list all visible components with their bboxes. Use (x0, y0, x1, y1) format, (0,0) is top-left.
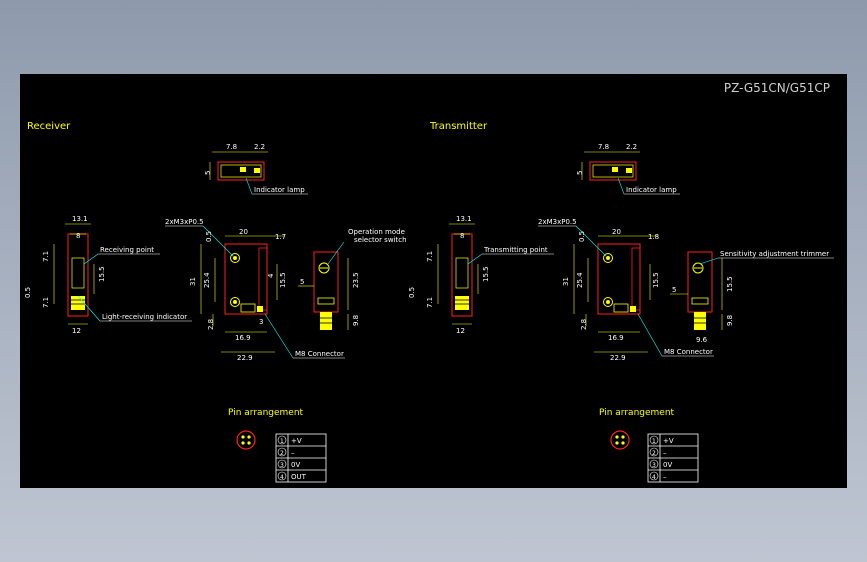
transmitter-side-callout-top: Transmitting point (483, 246, 548, 254)
receiver-heading: Receiver (27, 121, 71, 132)
receiver-side-callout-bottom: Light-receiving indicator (102, 313, 187, 321)
receiver-side-h-gap: 0.5 (24, 287, 32, 298)
receiver-right-h-bottom: 9.8 (352, 315, 360, 326)
transmitter-right-w-bottom: 9.6 (696, 336, 708, 344)
transmitter-right-h-right: 15.5 (726, 276, 734, 292)
transmitter-pin-label-4: – (663, 473, 667, 481)
transmitter-front-h-right: 15.5 (652, 272, 660, 288)
transmitter-pin-num-4: 4 (652, 474, 656, 481)
receiver-side-h-top: 7.1 (42, 251, 50, 262)
transmitter-pin-num-1: 1 (652, 438, 656, 445)
receiver-right-h-right: 23.5 (352, 272, 360, 288)
receiver-pin-heading: Pin arrangement (228, 408, 304, 418)
receiver-front-w-bottom: 22.9 (237, 354, 253, 362)
transmitter-top-dim-side: 5 (576, 171, 584, 175)
transmitter-side-w-bottom: 12 (456, 327, 465, 335)
receiver-front-w-top: 20 (239, 228, 248, 236)
receiver-front-h-left: 0.5 (205, 231, 213, 242)
receiver-pin-num-4: 4 (280, 474, 284, 481)
receiver-side-callout-top: Receiving point (100, 246, 154, 254)
transmitter-side-h-gap: 0.5 (408, 287, 416, 298)
receiver-top-dim-b: 2.2 (254, 143, 265, 151)
transmitter-right-dim-side: 5 (672, 286, 676, 294)
transmitter-front-gap: 1.8 (648, 233, 659, 241)
receiver-front-gap: 1.7 (275, 233, 286, 241)
receiver-front-h-right: 15.5 (279, 272, 287, 288)
receiver-pin-label-4: OUT (291, 473, 307, 481)
transmitter-pin-heading: Pin arrangement (599, 408, 675, 418)
receiver-top-dim-side: 5 (204, 171, 212, 175)
transmitter-heading: Transmitter (429, 121, 488, 132)
transmitter-front-h-bottom: 2.8 (580, 319, 588, 330)
receiver-front-h-bottom: 2.8 (207, 319, 215, 330)
receiver-side-w-bottom: 12 (72, 327, 81, 335)
receiver-side-h-low: 7.1 (42, 297, 50, 308)
receiver-front-callout: M8 Connector (295, 350, 344, 358)
transmitter-top-view: 7.8 2.2 5 Indicator lamp (576, 143, 680, 195)
transmitter-side-view: 13.1 8 7.1 0.5 7.1 12 15.5 Transmitting … (408, 215, 554, 335)
receiver-front-thread: 2xM3xP0.5 (165, 218, 204, 226)
transmitter-side-15-5: 15.5 (482, 266, 490, 282)
receiver-top-dim-a: 7.8 (226, 143, 237, 151)
transmitter-right-view: Sensitivity adjustment trimmer 5 15.5 9.… (670, 250, 834, 344)
transmitter-pin-num-2: 2 (652, 450, 656, 457)
transmitter-front-w-mid: 16.9 (608, 334, 624, 342)
receiver-front-h-total: 31 (189, 277, 197, 286)
transmitter-side-w-top: 13.1 (456, 215, 472, 223)
receiver-pin-table: 1 +V 2 – 3 0V 4 OUT (275, 433, 327, 483)
receiver-side-w-inner: 8 (76, 232, 80, 240)
transmitter-side-h-low: 7.1 (426, 297, 434, 308)
transmitter-top-callout: Indicator lamp (626, 186, 677, 194)
receiver-right-view: Operation mode selector switch 5 23.5 9.… (298, 228, 407, 331)
receiver-pin-num-3: 3 (280, 462, 284, 469)
transmitter-front-callout: M8 Connector (664, 348, 713, 356)
transmitter-front-w-bottom: 22.9 (610, 354, 626, 362)
transmitter-pin-table: 1 +V 2 – 3 0V 4 – (647, 433, 699, 483)
transmitter-right-callout: Sensitivity adjustment trimmer (720, 250, 829, 258)
receiver-pin-label-2: – (291, 449, 295, 457)
transmitter-front-thread: 2xM3xP0.5 (538, 218, 577, 226)
transmitter-side-h-top: 7.1 (426, 251, 434, 262)
receiver-pin-label-1: +V (291, 437, 302, 445)
receiver-side-15-5: 15.5 (98, 266, 106, 282)
receiver-front-h-pitch: 25.4 (203, 272, 211, 288)
transmitter-front-h-left: 0.5 (578, 231, 586, 242)
transmitter-front-w-top: 20 (612, 228, 621, 236)
receiver-top-view: 7.8 2.2 5 Indicator lamp (204, 143, 308, 195)
receiver-front-w-mid: 16.9 (235, 334, 251, 342)
transmitter-pin-label-2: – (663, 449, 667, 457)
transmitter-pin-num-3: 3 (652, 462, 656, 469)
transmitter-right-h-bottom: 9.8 (726, 315, 734, 326)
transmitter-top-dim-b: 2.2 (626, 143, 637, 151)
receiver-front-dim-three: 3 (259, 318, 263, 326)
transmitter-pin-label-1: +V (663, 437, 674, 445)
transmitter-pin-connector-icon (610, 430, 630, 450)
receiver-front-dim-small: 4 (267, 273, 275, 278)
cad-drawing: PZ-G51CN/G51CP Receiver 7.8 2.2 5 Indica… (24, 81, 834, 483)
receiver-pin-connector-icon (236, 430, 256, 450)
receiver-right-callout-1: Operation mode (348, 228, 405, 236)
receiver-side-view: 13.1 8 7.1 0.5 7.1 12 15.5 Receiving poi… (24, 215, 192, 335)
transmitter-front-h-total: 31 (562, 277, 570, 286)
receiver-pin-label-3: 0V (291, 461, 300, 469)
drawing-title: PZ-G51CN/G51CP (724, 81, 830, 95)
transmitter-pin-label-3: 0V (663, 461, 672, 469)
receiver-top-callout: Indicator lamp (254, 186, 305, 194)
transmitter-side-w-inner: 8 (460, 232, 464, 240)
receiver-side-w-top: 13.1 (72, 215, 88, 223)
receiver-pin-num-2: 2 (280, 450, 284, 457)
transmitter-front-h-pitch: 25.4 (576, 272, 584, 288)
receiver-right-dim-side: 5 (300, 278, 304, 286)
receiver-front-view: 2xM3xP0.5 20 1.7 0.5 31 25.4 15.5 4 2.8 … (165, 218, 345, 362)
transmitter-top-dim-a: 7.8 (598, 143, 609, 151)
receiver-pin-num-1: 1 (280, 438, 284, 445)
drawing-sheet: PZ-G51CN/G51CP Receiver 7.8 2.2 5 Indica… (20, 74, 847, 488)
receiver-right-callout-2: selector switch (354, 236, 407, 244)
